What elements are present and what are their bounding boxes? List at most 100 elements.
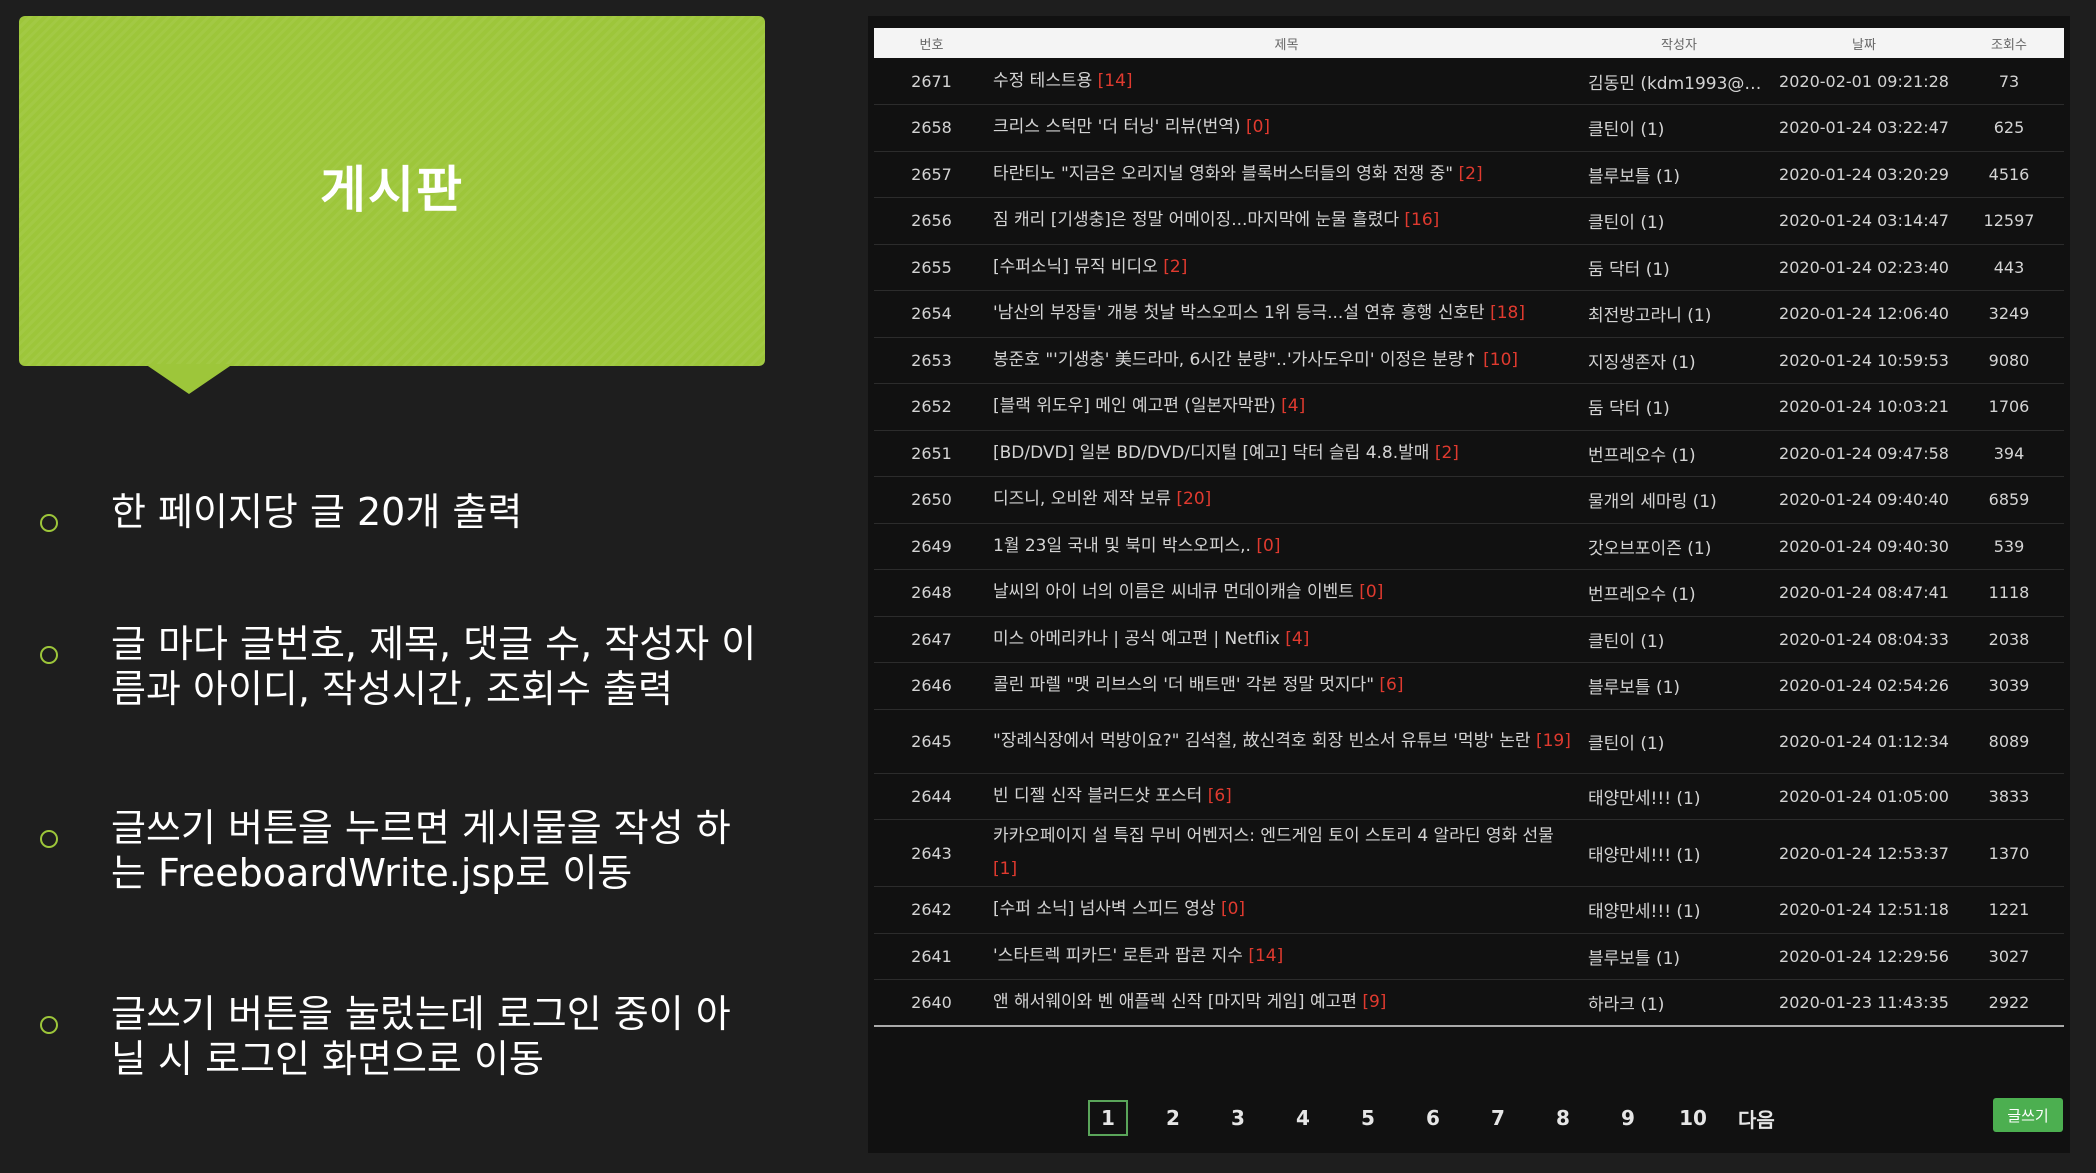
post-number: 2657	[874, 151, 989, 198]
table-row[interactable]: 2643 카카오페이지 설 특집 무비 어벤저스: 엔드게임 토이 스토리 4 알…	[874, 819, 2064, 887]
post-title-link[interactable]: [블랙 위도우] 메인 예고편 (일본자막판)	[993, 396, 1276, 416]
post-title-cell[interactable]: [수퍼 소닉] 넘사벽 스피드 영상 [0]	[989, 886, 1584, 934]
post-title-cell[interactable]: 날씨의 아이 너의 이름은 씨네큐 먼데이캐슬 이벤트 [0]	[989, 569, 1584, 617]
post-title-link[interactable]: 봉준호 "'기생충' 美드라마, 6시간 분량"..'가사도우미' 이정은 분량…	[993, 350, 1478, 370]
post-date: 2020-01-24 03:14:47	[1774, 197, 1954, 245]
table-row[interactable]: 2640 앤 해서웨이와 벤 애플렉 신작 [마지막 게임] 예고편 [9] 하라크…	[874, 979, 2064, 1027]
table-row[interactable]: 2652 [블랙 위도우] 메인 예고편 (일본자막판) [4] 둠 닥터 (1) 2…	[874, 383, 2064, 431]
post-writer: 번프레오수 (1)	[1584, 430, 1774, 477]
post-title-link[interactable]: [수퍼소닉] 뮤직 비디오	[993, 257, 1158, 277]
table-row[interactable]: 2641 '스타트렉 피카드' 로튼과 팝콘 지수 [14] 블루보틀 (1) 202…	[874, 933, 2064, 980]
table-row[interactable]: 2654 '남산의 부장들' 개봉 첫날 박스오피스 1위 등극...설 연휴 흥…	[874, 290, 2064, 338]
write-button[interactable]: 글쓰기	[1993, 1098, 2063, 1132]
table-row[interactable]: 2647 미스 아메리카나 | 공식 예고편 | Netflix [4] 클틴이 (…	[874, 616, 2064, 663]
post-title-cell[interactable]: 빈 디젤 신작 블러드샷 포스터 [6]	[989, 773, 1584, 820]
comment-count: [18]	[1490, 303, 1525, 324]
table-row[interactable]: 2648 날씨의 아이 너의 이름은 씨네큐 먼데이캐슬 이벤트 [0] 번프레오수…	[874, 569, 2064, 617]
post-title-cell[interactable]: [BD/DVD] 일본 BD/DVD/디지털 [예고] 닥터 슬립 4.8.발매…	[989, 430, 1584, 477]
post-title-link[interactable]: 짐 캐리 [기생충]은 정말 어메이징...마지막에 눈물 흘렸다	[993, 210, 1399, 230]
post-title-link[interactable]: 미스 아메리카나 | 공식 예고편 | Netflix	[993, 629, 1280, 649]
post-title-cell[interactable]: 디즈니, 오비완 제작 보류 [20]	[989, 476, 1584, 524]
table-row[interactable]: 2646 콜린 파렐 "맷 리브스의 '더 배트맨' 각본 정말 멋지다" [6]…	[874, 662, 2064, 710]
table-row[interactable]: 2655 [수퍼소닉] 뮤직 비디오 [2] 둠 닥터 (1) 2020-01-24 …	[874, 244, 2064, 291]
table-row[interactable]: 2649 1월 23일 국내 및 북미 박스오피스,. [0] 갓오브포이즌 (1)…	[874, 523, 2064, 570]
post-title-link[interactable]: '스타트렉 피카드' 로튼과 팝콘 지수	[993, 946, 1243, 966]
post-number: 2654	[874, 290, 989, 338]
comment-count: [6]	[1207, 785, 1232, 806]
post-title-cell[interactable]: 봉준호 "'기생충' 美드라마, 6시간 분량"..'가사도우미' 이정은 분량…	[989, 337, 1584, 384]
table-row[interactable]: 2656 짐 캐리 [기생충]은 정말 어메이징...마지막에 눈물 흘렸다 [1…	[874, 197, 2064, 245]
post-date: 2020-01-24 08:47:41	[1774, 569, 1954, 617]
post-writer: 지징생존자 (1)	[1584, 337, 1774, 384]
page-link-2[interactable]: 2	[1153, 1100, 1193, 1136]
post-views: 3027	[1954, 933, 2064, 980]
post-title-link[interactable]: 디즈니, 오비완 제작 보류	[993, 489, 1171, 509]
post-number: 2651	[874, 430, 989, 477]
post-writer: 태양만세!!! (1)	[1584, 886, 1774, 934]
post-title-link[interactable]: [BD/DVD] 일본 BD/DVD/디지털 [예고] 닥터 슬립 4.8.발매	[993, 443, 1429, 463]
page-link-10[interactable]: 10	[1673, 1100, 1713, 1136]
table-row[interactable]: 2642 [수퍼 소닉] 넘사벽 스피드 영상 [0] 태양만세!!! (1) 202…	[874, 886, 2064, 934]
post-title-cell[interactable]: 크리스 스턱만 '더 터닝' 리뷰(번역) [0]	[989, 104, 1584, 152]
post-views: 539	[1954, 523, 2064, 570]
table-row[interactable]: 2657 타란티노 "지금은 오리지널 영화와 블록버스터들의 영화 전쟁 중" …	[874, 151, 2064, 198]
post-title-cell[interactable]: 1월 23일 국내 및 북미 박스오피스,. [0]	[989, 523, 1584, 570]
post-title-cell[interactable]: '스타트렉 피카드' 로튼과 팝콘 지수 [14]	[989, 933, 1584, 980]
next-page-link[interactable]: 다음	[1738, 1100, 1775, 1136]
page-link-3[interactable]: 3	[1218, 1100, 1258, 1136]
post-title-cell[interactable]: 타란티노 "지금은 오리지널 영화와 블록버스터들의 영화 전쟁 중" [2]	[989, 151, 1584, 198]
comment-count: [4]	[1281, 396, 1306, 417]
post-writer: 하라크 (1)	[1584, 979, 1774, 1027]
table-row[interactable]: 2671 수정 테스트용 [14] 김동민 (kdm1993@n... 2020-02…	[874, 58, 2064, 105]
table-row[interactable]: 2645 "장례식장에서 먹방이요?" 김석철, 故신격호 회장 빈소서 유튜브 …	[874, 709, 2064, 774]
page-link-8[interactable]: 8	[1543, 1100, 1583, 1136]
post-title-link[interactable]: '남산의 부장들' 개봉 첫날 박스오피스 1위 등극...설 연휴 흥행 신호…	[993, 303, 1485, 323]
comment-count: [2]	[1434, 442, 1459, 463]
comment-count: [2]	[1458, 163, 1483, 184]
page-link-4[interactable]: 4	[1283, 1100, 1323, 1136]
post-title-link[interactable]: 수정 테스트용	[993, 71, 1092, 91]
post-title-link[interactable]: "장례식장에서 먹방이요?" 김석철, 故신격호 회장 빈소서 유튜브 '먹방'…	[993, 731, 1531, 751]
table-row[interactable]: 2644 빈 디젤 신작 블러드샷 포스터 [6] 태양만세!!! (1) 2020-…	[874, 773, 2064, 820]
page-link-6[interactable]: 6	[1413, 1100, 1453, 1136]
post-date: 2020-01-24 10:59:53	[1774, 337, 1954, 384]
post-number: 2645	[874, 709, 989, 774]
table-row[interactable]: 2651 [BD/DVD] 일본 BD/DVD/디지털 [예고] 닥터 슬립 4.…	[874, 430, 2064, 477]
post-title-cell[interactable]: 콜린 파렐 "맷 리브스의 '더 배트맨' 각본 정말 멋지다" [6]	[989, 662, 1584, 710]
page-link-7[interactable]: 7	[1478, 1100, 1518, 1136]
post-title-cell[interactable]: [수퍼소닉] 뮤직 비디오 [2]	[989, 244, 1584, 291]
post-title-link[interactable]: 앤 해서웨이와 벤 애플렉 신작 [마지막 게임] 예고편	[993, 992, 1357, 1012]
post-title-cell[interactable]: [블랙 위도우] 메인 예고편 (일본자막판) [4]	[989, 383, 1584, 431]
post-title-cell[interactable]: 카카오페이지 설 특집 무비 어벤저스: 엔드게임 토이 스토리 4 알라딘 영…	[989, 819, 1584, 887]
post-date: 2020-02-01 09:21:28	[1774, 58, 1954, 105]
post-date: 2020-01-24 09:40:30	[1774, 523, 1954, 570]
post-title-link[interactable]: 콜린 파렐 "맷 리브스의 '더 배트맨' 각본 정말 멋지다"	[993, 675, 1374, 695]
post-title-link[interactable]: 빈 디젤 신작 블러드샷 포스터	[993, 786, 1202, 806]
post-title-cell[interactable]: "장례식장에서 먹방이요?" 김석철, 故신격호 회장 빈소서 유튜브 '먹방'…	[989, 709, 1584, 774]
page-link-9[interactable]: 9	[1608, 1100, 1648, 1136]
table-row[interactable]: 2658 크리스 스턱만 '더 터닝' 리뷰(번역) [0] 클틴이 (1) 2020…	[874, 104, 2064, 152]
post-title-link[interactable]: [수퍼 소닉] 넘사벽 스피드 영상	[993, 899, 1216, 919]
table-row[interactable]: 2650 디즈니, 오비완 제작 보류 [20] 물개의 세마링 (1) 2020-0…	[874, 476, 2064, 524]
post-title-link[interactable]: 크리스 스턱만 '더 터닝' 리뷰(번역)	[993, 117, 1241, 137]
post-date: 2020-01-24 01:12:34	[1774, 709, 1954, 774]
post-views: 8089	[1954, 709, 2064, 774]
post-writer: 클틴이 (1)	[1584, 197, 1774, 245]
post-title-link[interactable]: 카카오페이지 설 특집 무비 어벤저스: 엔드게임 토이 스토리 4 알라딘 영…	[993, 826, 1554, 846]
post-date: 2020-01-24 09:40:40	[1774, 476, 1954, 524]
post-title-link[interactable]: 1월 23일 국내 및 북미 박스오피스,.	[993, 536, 1251, 556]
table-row[interactable]: 2653 봉준호 "'기생충' 美드라마, 6시간 분량"..'가사도우미' 이정…	[874, 337, 2064, 384]
post-title-cell[interactable]: 짐 캐리 [기생충]은 정말 어메이징...마지막에 눈물 흘렸다 [16]	[989, 197, 1584, 245]
post-views: 73	[1954, 58, 2064, 105]
post-title-link[interactable]: 날씨의 아이 너의 이름은 씨네큐 먼데이캐슬 이벤트	[993, 582, 1354, 602]
post-date: 2020-01-24 03:20:29	[1774, 151, 1954, 198]
page-link-1[interactable]: 1	[1088, 1100, 1128, 1136]
post-title-cell[interactable]: 수정 테스트용 [14]	[989, 58, 1584, 105]
post-title-cell[interactable]: 미스 아메리카나 | 공식 예고편 | Netflix [4]	[989, 616, 1584, 663]
post-title-link[interactable]: 타란티노 "지금은 오리지널 영화와 블록버스터들의 영화 전쟁 중"	[993, 164, 1453, 184]
header-no: 번호	[919, 37, 944, 53]
comment-count: [9]	[1362, 992, 1387, 1012]
page-link-5[interactable]: 5	[1348, 1100, 1388, 1136]
post-title-cell[interactable]: 앤 해서웨이와 벤 애플렉 신작 [마지막 게임] 예고편 [9]	[989, 979, 1584, 1027]
post-title-cell[interactable]: '남산의 부장들' 개봉 첫날 박스오피스 1위 등극...설 연휴 흥행 신호…	[989, 290, 1584, 338]
